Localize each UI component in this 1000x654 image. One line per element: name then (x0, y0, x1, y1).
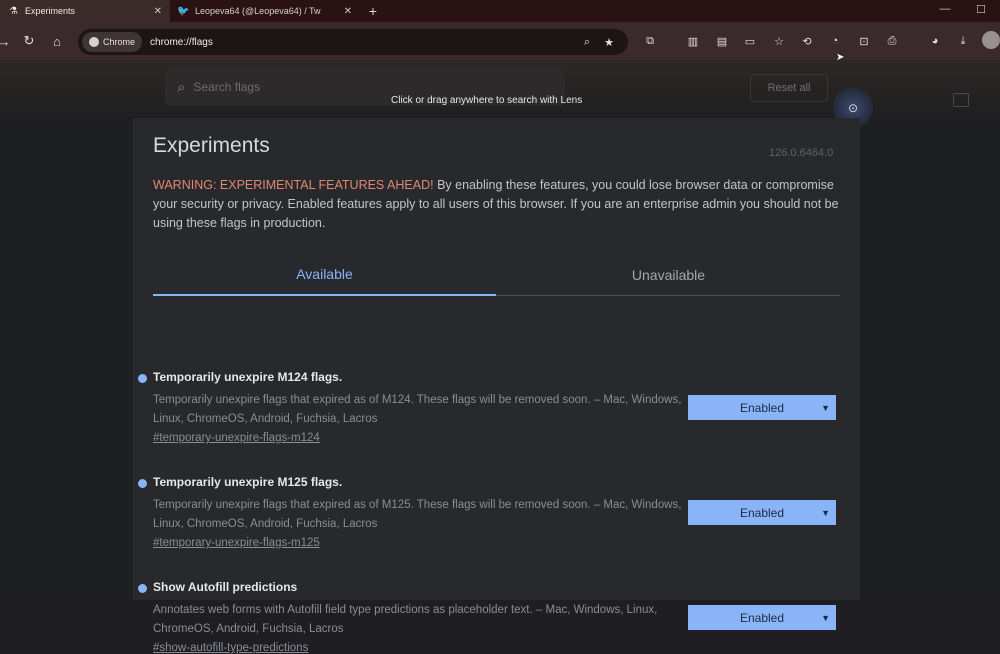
flag-name: Temporarily unexpire M125 flags. (153, 475, 343, 489)
extensions-icon[interactable]: ⧉ (642, 33, 658, 49)
search-placeholder: Search flags (193, 80, 261, 94)
history-icon[interactable]: ⟲ (799, 33, 815, 49)
flag-modified-dot (138, 374, 147, 383)
zoom-icon[interactable]: ⌕ (576, 31, 598, 53)
tab-available[interactable]: Available (153, 254, 496, 296)
bookmark-star-icon[interactable]: ★ (598, 31, 620, 53)
forward-icon[interactable]: → (0, 31, 14, 51)
flag-name: Temporarily unexpire M124 flags. (153, 370, 343, 384)
flag-select-value: Enabled (739, 400, 785, 415)
close-icon[interactable]: ✕ (340, 6, 352, 17)
site-info-chip[interactable]: Chrome (82, 32, 143, 52)
flask-icon: ⚗ (9, 5, 18, 17)
download-icon[interactable]: ⤓ (955, 33, 971, 49)
tab-strip: ⚗ Experiments ✕ 🐦 Leopeva64 (@Leopeva64)… (0, 0, 1000, 22)
search-icon: ⌕ (177, 78, 186, 96)
flag-description: Temporarily unexpire flags that expired … (153, 499, 682, 530)
collections-icon[interactable]: ▭ (742, 33, 758, 49)
chevron-down-icon: ▼ (821, 402, 830, 413)
flag-select-value: Enabled (739, 610, 785, 625)
flag-link[interactable]: #show-autofill-type-predictions (153, 642, 308, 654)
flag-description: Annotates web forms with Autofill field … (153, 604, 658, 635)
tab-unavailable[interactable]: Unavailable (497, 254, 840, 296)
toolbar: → ↻ ⌂ Chrome chrome://flags ⌕ ★ ⧉ ▥ ▤ ▭ … (0, 22, 1000, 60)
print-icon[interactable]: ⎙ (884, 33, 900, 49)
chevron-down-icon: ▼ (821, 612, 830, 623)
flag-select[interactable]: Enabled ▼ (688, 500, 836, 525)
tab-twitter[interactable]: 🐦 Leopeva64 (@Leopeva64) / Tw ✕ (170, 0, 360, 22)
reading-list-icon[interactable]: ▤ (714, 33, 730, 49)
performance-icon[interactable]: ◔ (827, 33, 843, 49)
flag-modified-dot (138, 479, 147, 488)
flag-select[interactable]: Enabled ▼ (688, 605, 836, 630)
feedback-icon[interactable] (953, 93, 969, 107)
favorites-icon[interactable]: ☆ (771, 33, 787, 49)
tab-label: Experiments (25, 6, 76, 16)
flag-select-value: Enabled (739, 505, 785, 520)
lens-tooltip: Click or drag anywhere to search with Le… (391, 95, 583, 106)
new-tab-button[interactable]: + (364, 0, 382, 22)
address-bar[interactable]: Chrome chrome://flags ⌕ ★ (78, 29, 628, 55)
chip-label: Chrome (103, 37, 136, 47)
version-label: 126.0.6464.0 (769, 147, 834, 159)
flag-modified-dot (138, 584, 147, 593)
warning-lead: WARNING: EXPERIMENTAL FEATURES AHEAD! (153, 178, 434, 192)
speed-icon[interactable]: ◕ (927, 33, 943, 49)
flag-link[interactable]: #temporary-unexpire-flags-m124 (153, 432, 320, 444)
chrome-icon (89, 37, 99, 47)
minimize-icon[interactable]: — (930, 0, 960, 18)
flag-tabs: Available Unavailable (153, 254, 840, 296)
reload-icon[interactable]: ↻ (19, 31, 39, 51)
warning-text: WARNING: EXPERIMENTAL FEATURES AHEAD! By… (153, 176, 843, 233)
mouse-cursor-icon: ➤ (836, 52, 845, 63)
twitter-bird-icon: 🐦 (177, 5, 190, 17)
flag-select[interactable]: Enabled ▼ (688, 395, 836, 420)
avatar[interactable] (982, 31, 1000, 49)
flags-panel: Experiments 126.0.6464.0 WARNING: EXPERI… (133, 118, 860, 654)
tab-experiments[interactable]: ⚗ Experiments ✕ (0, 0, 170, 22)
flag-link[interactable]: #temporary-unexpire-flags-m125 (153, 537, 320, 549)
flag-name: Show Autofill predictions (153, 580, 298, 594)
home-icon[interactable]: ⌂ (47, 31, 67, 51)
flags-page: ➤ ⌕ Search flags Reset all Click or drag… (0, 52, 1000, 654)
reset-all-button[interactable]: Reset all (750, 74, 828, 102)
flag-description: Temporarily unexpire flags that expired … (153, 394, 682, 425)
split-screen-icon[interactable]: ▥ (685, 33, 701, 49)
screenshot-icon[interactable]: ⊡ (856, 33, 872, 49)
tab-label: Leopeva64 (@Leopeva64) / Tw (195, 6, 321, 16)
maximize-icon[interactable]: ☐ (966, 0, 996, 18)
close-icon[interactable]: ✕ (150, 6, 162, 17)
page-title: Experiments (153, 134, 270, 157)
url-text[interactable]: chrome://flags (150, 37, 576, 48)
chevron-down-icon: ▼ (821, 507, 830, 518)
